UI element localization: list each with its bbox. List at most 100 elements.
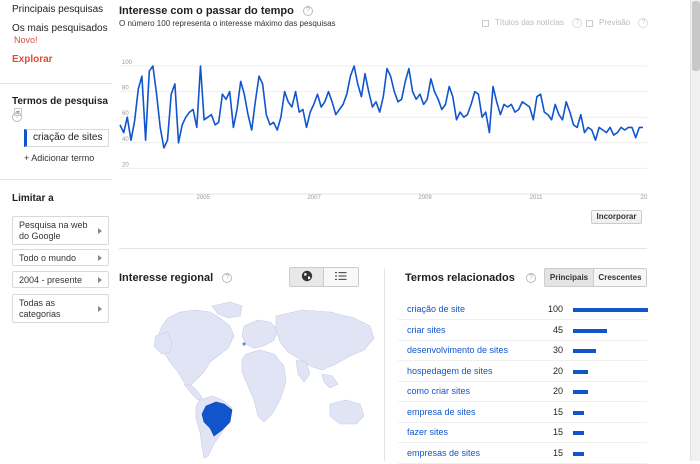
related-term-link[interactable]: hospedagem de sites — [407, 366, 493, 376]
filter-category[interactable]: Todas as categorias — [12, 294, 109, 323]
embed-button[interactable]: Incorporar — [591, 210, 642, 224]
related-term-value: 20 — [552, 365, 563, 376]
row-divider — [398, 319, 647, 320]
vertical-divider — [384, 268, 385, 461]
interest-over-time-title: Interesse com o passar do tempo ? — [119, 5, 313, 17]
related-title-text: Termos relacionados — [405, 272, 515, 284]
related-terms-heading: Termos relacionados ? — [405, 272, 536, 284]
checkbox-box[interactable] — [482, 19, 489, 27]
help-icon[interactable]: ? — [572, 18, 583, 28]
related-term-value: 15 — [552, 427, 563, 437]
y-tick-label: 100 — [122, 60, 133, 66]
row-divider — [398, 380, 647, 382]
related-term-value: 20 — [552, 386, 563, 396]
y-tick-label: 60 — [122, 111, 129, 117]
related-term-value: 15 — [552, 447, 563, 458]
chevron-right-icon — [98, 227, 102, 234]
x-tick-label: 2011 — [530, 195, 544, 201]
x-tick-label: 2009 — [418, 195, 432, 201]
related-term-bar — [573, 410, 585, 415]
search-terms-heading: Termos de pesquisa — [12, 96, 112, 118]
related-term-row[interactable]: empresas de sites 15 — [407, 448, 647, 462]
row-divider — [398, 360, 647, 361]
rising-searches-link[interactable]: Os mais pesquisados — [12, 23, 108, 34]
tab-top-terms[interactable]: Principais — [544, 268, 594, 287]
related-term-link[interactable]: empresa de sites — [407, 407, 476, 417]
australia-region[interactable] — [329, 399, 365, 425]
europe-region[interactable] — [241, 319, 279, 349]
x-tick-label: 2013 — [640, 195, 648, 201]
help-icon[interactable]: ? — [222, 273, 233, 284]
filter-location[interactable]: Todo o mundo — [12, 249, 109, 266]
search-term-field[interactable]: criação de sites — [24, 129, 109, 147]
africa-region[interactable] — [241, 349, 287, 423]
related-term-value: 15 — [552, 406, 563, 417]
x-tick-label: 2005 — [197, 195, 211, 201]
help-icon[interactable]: ? — [638, 18, 649, 28]
list-icon — [335, 272, 347, 281]
related-term-row[interactable]: criação de site 100 — [407, 304, 648, 318]
help-icon[interactable]: ? — [525, 273, 536, 284]
scrollbar-thumb[interactable] — [692, 1, 700, 71]
limit-heading: Limitar a — [12, 193, 54, 204]
related-term-row[interactable]: criar sites 45 — [407, 325, 647, 339]
x-tick-label: 2007 — [307, 195, 321, 201]
row-divider — [398, 401, 647, 402]
y-tick-label: 20 — [122, 162, 129, 168]
section-divider — [119, 248, 647, 249]
related-term-link[interactable]: criação de site — [407, 304, 465, 314]
filter-time-range[interactable]: 2004 - presente — [12, 271, 109, 288]
explore-link[interactable]: Explorar — [12, 54, 53, 65]
checkbox-box[interactable] — [586, 19, 593, 27]
related-term-link[interactable]: desenvolvimento de sites — [407, 345, 508, 355]
trend-series-line — [119, 65, 643, 149]
related-term-bar — [573, 349, 596, 353]
filter-web-search[interactable]: Pesquisa na web do Google — [12, 216, 109, 245]
chevron-right-icon — [98, 305, 102, 312]
y-tick-label: 40 — [122, 137, 129, 143]
related-term-row[interactable]: fazer sites 15 — [407, 427, 647, 441]
row-divider — [398, 442, 647, 443]
related-term-link[interactable]: empresas de sites — [407, 448, 480, 458]
related-term-link[interactable]: criar sites — [407, 325, 446, 335]
news-headlines-checkbox[interactable]: Títulos das notícias ? — [482, 18, 583, 28]
new-badge: Novo! — [14, 35, 38, 45]
portugal-region[interactable] — [242, 342, 246, 346]
interest-subtitle: O número 100 representa o interesse máxi… — [119, 19, 336, 28]
related-term-bar — [573, 308, 648, 312]
related-term-row[interactable]: empresa de sites 15 — [407, 407, 647, 421]
related-term-bar — [573, 390, 588, 394]
central-america-region[interactable] — [183, 383, 203, 401]
filter-label: 2004 - presente — [19, 275, 83, 285]
filter-label: Todas as categorias — [19, 298, 61, 319]
forecast-checkbox[interactable]: Previsão ? — [586, 18, 649, 28]
sidebar: Principais pesquisas Os mais pesquisados… — [0, 0, 112, 461]
help-icon[interactable]: ? — [302, 6, 313, 17]
help-icon[interactable]: ? — [12, 108, 22, 126]
related-term-bar — [573, 328, 607, 333]
asia-region[interactable] — [275, 309, 375, 371]
tab-rising-terms[interactable]: Crescentes — [593, 268, 647, 287]
world-map[interactable] — [118, 296, 382, 461]
related-term-row[interactable]: como criar sites 20 — [407, 386, 647, 400]
related-term-value: 30 — [552, 345, 563, 355]
list-view-button[interactable] — [324, 267, 359, 287]
interest-title-text: Interesse com o passar do tempo — [119, 5, 294, 17]
add-term-link[interactable]: + Adicionar termo — [24, 153, 94, 163]
row-divider — [398, 462, 647, 464]
related-term-row[interactable]: hospedagem de sites 20 — [407, 366, 647, 380]
related-term-link[interactable]: fazer sites — [407, 427, 448, 437]
southeast-asia-region[interactable] — [321, 373, 339, 389]
forecast-label: Previsão — [599, 18, 631, 28]
map-view-button[interactable] — [289, 267, 324, 287]
chevron-right-icon — [98, 254, 102, 261]
top-searches-link[interactable]: Principais pesquisas — [12, 4, 103, 15]
page-scrollbar[interactable] — [690, 0, 700, 461]
filter-label: Pesquisa na web do Google — [19, 220, 88, 241]
related-term-row[interactable]: desenvolvimento de sites 30 — [407, 345, 647, 359]
related-term-link[interactable]: como criar sites — [407, 386, 470, 396]
sidebar-divider — [0, 179, 112, 180]
related-term-bar — [573, 431, 585, 435]
regional-title-text: Interesse regional — [119, 272, 214, 284]
alaska-region[interactable] — [153, 331, 173, 355]
